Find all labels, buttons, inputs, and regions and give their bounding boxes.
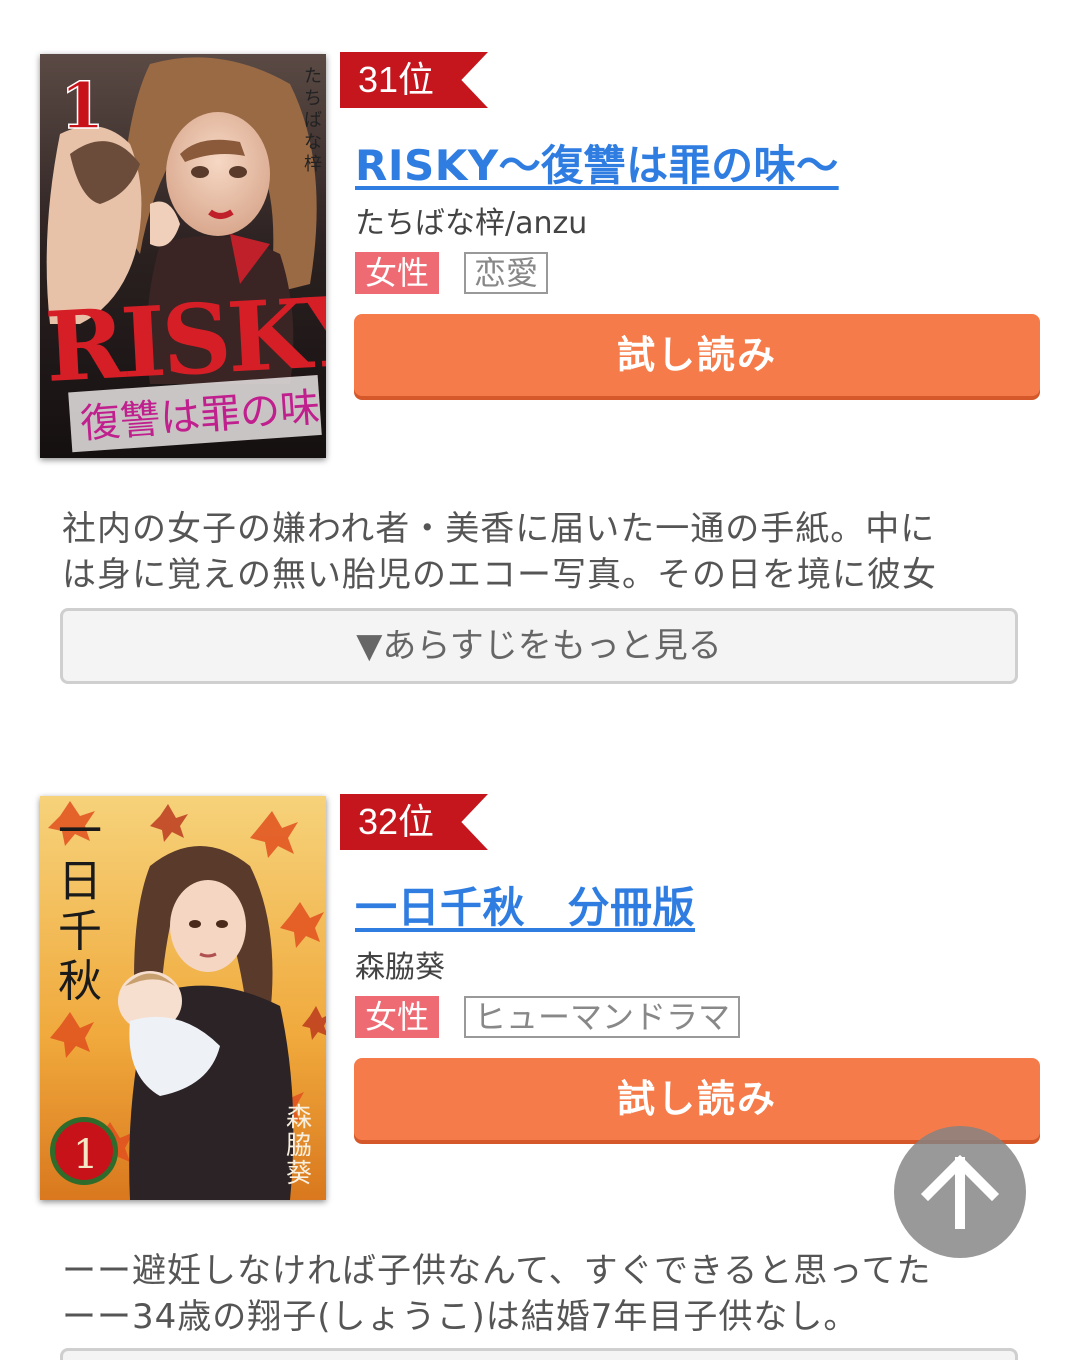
- svg-text:脇: 脇: [286, 1131, 312, 1161]
- svg-text:葵: 葵: [286, 1159, 312, 1189]
- svg-text:日: 日: [58, 856, 102, 907]
- book-cover-image[interactable]: 一 日 千 秋 1 森 脇 葵: [40, 796, 326, 1200]
- cover-title-vertical: 一 日 千 秋: [58, 806, 102, 1007]
- scroll-to-top-button[interactable]: [894, 1126, 1026, 1258]
- cover-volume-text: 1: [73, 1132, 98, 1178]
- svg-text:千: 千: [58, 906, 102, 957]
- author-name: 森脇葵: [355, 950, 445, 985]
- synopsis-text: ーー避妊しなければ子供なんて、すぐできると思ってた ーー34歳の翔子(しょうこ)…: [62, 1248, 1022, 1340]
- category-tag-women: 女性: [355, 996, 440, 1038]
- genre-tag: ヒューマンドラマ: [464, 996, 741, 1038]
- manga-title-link[interactable]: 一日千秋 分冊版: [355, 874, 695, 935]
- rank-badge: 32位: [340, 794, 488, 850]
- arrow-up-icon: [920, 1154, 1000, 1229]
- svg-text:森: 森: [286, 1103, 312, 1133]
- svg-text:一: 一: [58, 806, 102, 857]
- svg-text:秋: 秋: [58, 956, 102, 1007]
- synopsis-line: ーー避妊しなければ子供なんて、すぐできると思ってた: [62, 1251, 932, 1291]
- show-more-synopsis-button[interactable]: [60, 1348, 1018, 1360]
- synopsis-line: ーー34歳の翔子(しょうこ)は結婚7年目子供なし。: [62, 1297, 859, 1337]
